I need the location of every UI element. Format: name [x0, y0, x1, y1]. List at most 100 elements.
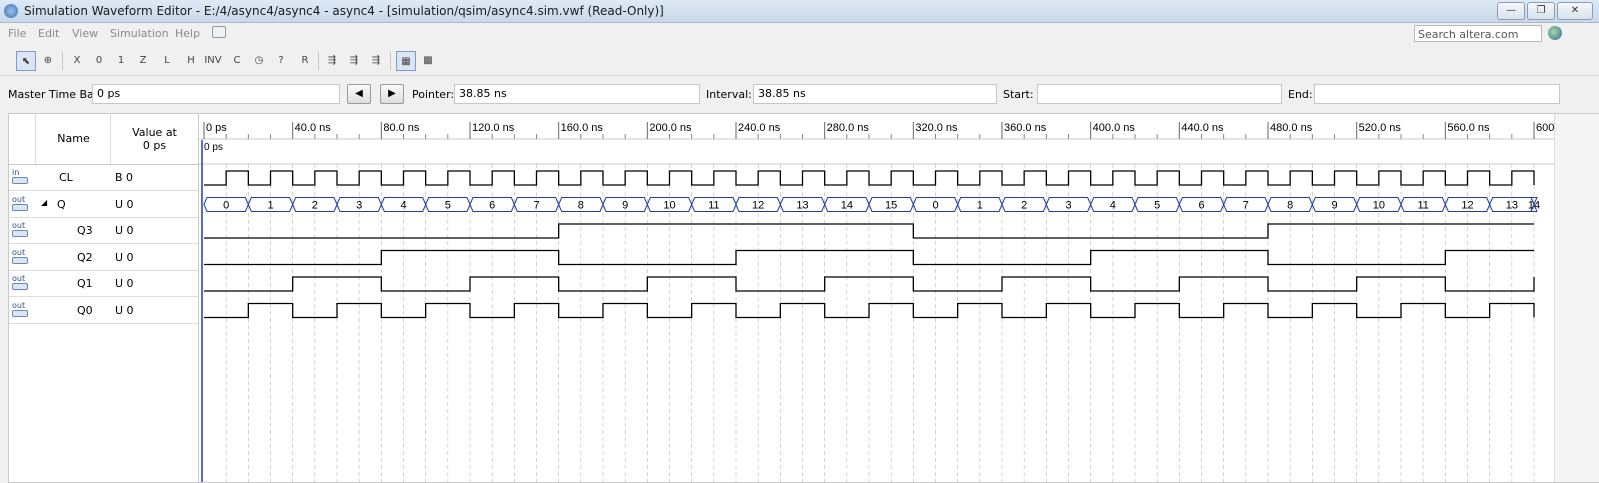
timing-sim-icon[interactable]: ⇶	[344, 51, 364, 71]
signal-name: Q1	[77, 277, 93, 290]
waveform-canvas[interactable]: 0 ps 40.0 ns 80.0 ns 120.0 ns 160.0 ns 200.0 …	[199, 114, 1554, 482]
value-header-line1: Value at	[132, 126, 177, 139]
dont-care-icon[interactable]: ⇶	[366, 51, 386, 71]
signal-value: U 0	[115, 277, 134, 290]
cl-waveform	[204, 170, 1535, 186]
search-input[interactable]: Search altera.com	[1414, 25, 1542, 42]
q-bus-value: 12	[752, 200, 764, 212]
q-bus-value: 9	[1331, 200, 1337, 212]
q-bus-value: 1	[267, 200, 273, 212]
q-bus-value: 10	[1373, 200, 1385, 212]
signal-value: U 0	[115, 224, 134, 237]
start-field[interactable]	[1037, 84, 1282, 104]
menu-help[interactable]: Help	[175, 27, 200, 40]
q-bus-value: 1	[977, 200, 983, 212]
q-bus-value: 6	[1198, 200, 1204, 212]
signal-row-q3[interactable]: out Q3 U 0	[9, 218, 198, 244]
marker-label: 0 ps	[204, 142, 223, 153]
previous-transition-button[interactable]: ◀	[347, 84, 371, 104]
value-column-header[interactable]: Value at 0 ps	[110, 114, 198, 164]
minimize-button[interactable]: —	[1497, 2, 1525, 20]
ruler-label: 560.0 ns	[1447, 122, 1490, 134]
pointer-tool-icon[interactable]: ⬉	[16, 51, 36, 71]
pointer-label: Pointer:	[412, 88, 455, 101]
ruler-label: 200.0 ns	[649, 122, 692, 134]
q-bus-value: 7	[1243, 200, 1249, 212]
signal-row-cl[interactable]: in CL B 0	[9, 165, 198, 191]
ruler-label: 160.0 ns	[561, 122, 604, 134]
app-icon	[4, 4, 18, 18]
signal-name: Q	[57, 197, 66, 211]
q-bus-value: 6	[489, 200, 495, 212]
signal-row-q[interactable]: out ◢ Q U 0	[9, 192, 198, 218]
signal-row-q0[interactable]: out Q0 U 0	[9, 298, 198, 324]
q-bus-value: 10	[663, 200, 675, 212]
q-bus-value: 9	[622, 200, 628, 212]
value-header-line2: 0 ps	[142, 139, 167, 152]
signal-list: Name Value at 0 ps in CL B 0 out ◢ Q U 0 out Q3 U…	[9, 114, 199, 482]
force-hi-z-icon[interactable]: Z	[133, 51, 153, 71]
signal-name: CL	[59, 171, 73, 184]
q-bus-value: 14	[1528, 200, 1540, 212]
next-transition-button[interactable]: ▶	[380, 84, 404, 104]
end-label: End:	[1288, 88, 1313, 101]
feedback-icon[interactable]	[212, 26, 226, 38]
q-bus-value: 4	[1110, 200, 1116, 212]
pointer-field[interactable]: 38.85 ns	[454, 84, 700, 104]
snap-to-grid-icon[interactable]: ▦	[396, 51, 416, 71]
ruler-label: 360.0 ns	[1004, 122, 1047, 134]
ruler-label: 40.0 ns	[295, 122, 332, 134]
q-bus-value: 13	[796, 200, 808, 212]
expand-triangle-icon[interactable]: ◢	[41, 198, 47, 207]
interval-field[interactable]: 38.85 ns	[753, 84, 997, 104]
q-bus-value: 8	[578, 200, 584, 212]
ruler-label: 440.0 ns	[1181, 122, 1224, 134]
random-value-icon[interactable]: ?	[271, 51, 291, 71]
globe-icon[interactable]	[1548, 26, 1562, 40]
force-low-icon[interactable]: 0	[89, 51, 109, 71]
time-bar: Master Time Bar: 0 ps ◀ ▶ Pointer: 38.85…	[0, 81, 1599, 109]
signal-row-q1[interactable]: out Q1 U 0	[9, 271, 198, 297]
force-weak-low-icon[interactable]: L	[157, 51, 177, 71]
vertical-scrollbar[interactable]	[1554, 114, 1599, 482]
menu-file[interactable]: File	[8, 27, 26, 40]
force-high-icon[interactable]: 1	[111, 51, 131, 71]
signal-value: U 0	[115, 250, 134, 264]
ruler-label: 120.0 ns	[472, 122, 515, 134]
overwrite-clock-icon[interactable]: ◷	[249, 51, 269, 71]
ruler-label: 600.0 ns	[1536, 122, 1554, 134]
menu-bar: File Edit View Simulation Help	[0, 23, 1599, 44]
output-pin-icon: out	[12, 195, 30, 213]
grid-settings-icon[interactable]: ▩	[418, 51, 438, 71]
end-field[interactable]	[1314, 84, 1560, 104]
name-column-header[interactable]: Name	[35, 114, 111, 164]
maximize-button[interactable]: ❐	[1527, 2, 1555, 20]
q-bus-value: 0	[223, 200, 229, 212]
force-weak-high-icon[interactable]: H	[181, 51, 201, 71]
master-time-bar-field[interactable]: 0 ps	[92, 84, 340, 104]
close-button[interactable]: ✕	[1557, 2, 1593, 20]
menu-view[interactable]: View	[72, 27, 98, 40]
q-bus-value: 11	[1417, 200, 1428, 212]
overwrite-value-icon[interactable]: R	[295, 51, 315, 71]
input-pin-icon: in	[12, 168, 30, 186]
count-value-icon[interactable]: C	[227, 51, 247, 71]
q-bus-value: 15	[885, 200, 897, 212]
q-bus-value: 11	[708, 200, 719, 212]
ruler-label: 280.0 ns	[827, 122, 870, 134]
q-bus-value: 3	[1065, 200, 1071, 212]
invert-icon[interactable]: INV	[203, 51, 223, 71]
functional-sim-icon[interactable]: ⇶	[322, 51, 342, 71]
output-pin-icon: out	[12, 221, 30, 239]
ruler-label: 240.0 ns	[738, 122, 781, 134]
zoom-tool-icon[interactable]: ⊕	[38, 51, 58, 71]
start-label: Start:	[1003, 88, 1034, 101]
ruler-label: 80.0 ns	[383, 122, 420, 134]
menu-simulation[interactable]: Simulation	[110, 27, 169, 40]
menu-edit[interactable]: Edit	[38, 27, 59, 40]
force-unknown-icon[interactable]: X	[67, 51, 87, 71]
window-title: Simulation Waveform Editor - E:/4/async4…	[24, 4, 664, 18]
q-bus-value: 8	[1287, 200, 1293, 212]
q-bus-value: 5	[1154, 200, 1160, 212]
signal-row-q2[interactable]: out Q2 U 0	[9, 245, 198, 271]
